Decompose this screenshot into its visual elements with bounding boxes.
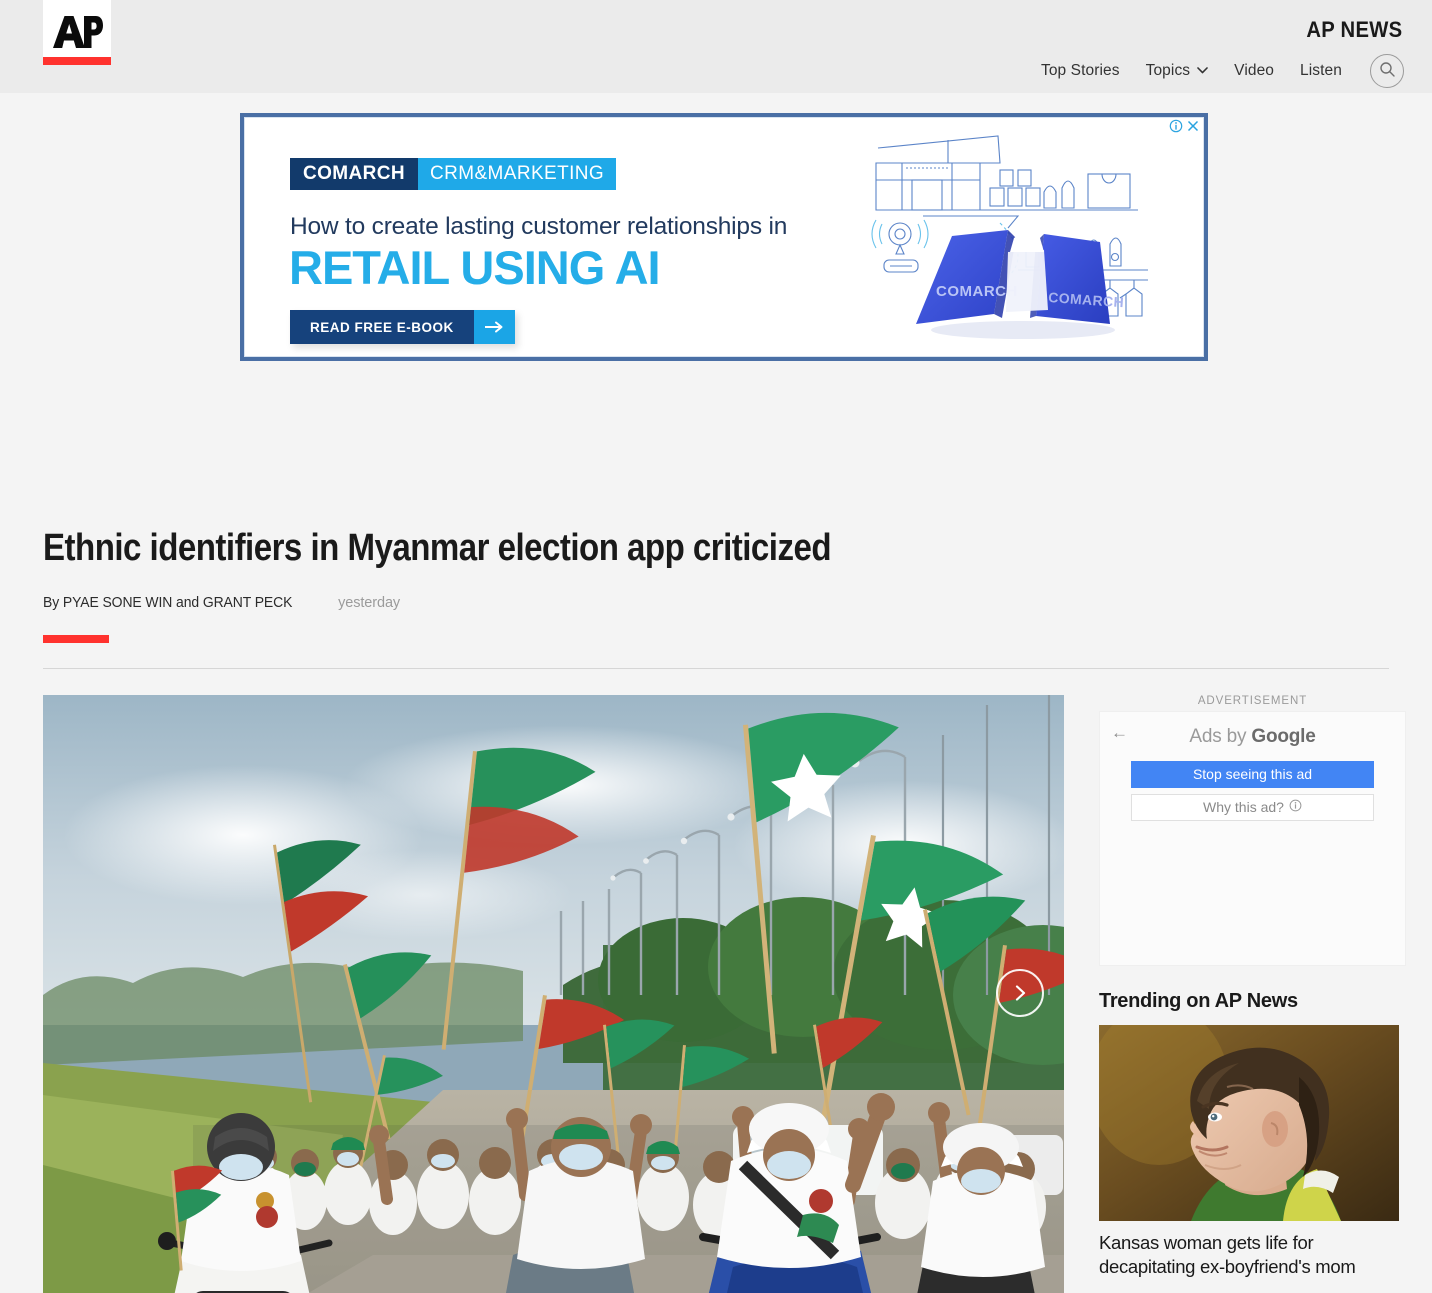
ap-logo-accent-bar	[43, 57, 111, 65]
google-brand: Google	[1251, 725, 1316, 747]
ap-logo-icon	[53, 15, 103, 48]
close-icon[interactable]	[1186, 119, 1200, 133]
why-this-ad-label: Why this ad?	[1203, 799, 1284, 816]
content-grid: ADVERTISEMENT ← Ads by Google Stop seein…	[0, 669, 1432, 1293]
arrow-left-icon[interactable]: ←	[1111, 724, 1128, 741]
search-icon	[1379, 61, 1396, 81]
site-header: AP NEWS Top Stories Topics Video Listen	[0, 0, 1432, 93]
brand-title: AP NEWS	[1305, 17, 1402, 42]
gallery-next-button[interactable]	[996, 968, 1044, 1017]
ad-illustration: COMARCH COMARCH	[848, 118, 1203, 357]
info-icon[interactable]	[1169, 119, 1183, 133]
sidebar: ADVERTISEMENT ← Ads by Google Stop seein…	[1099, 695, 1406, 1293]
ad-headline: RETAIL USING AI	[289, 241, 661, 294]
search-button[interactable]	[1370, 54, 1404, 88]
nav-item-top-stories[interactable]: Top Stories	[1041, 62, 1120, 80]
lead-photo[interactable]	[43, 694, 1064, 1293]
google-ad-box: ← Ads by Google Stop seeing this ad Why …	[1099, 710, 1406, 966]
why-this-ad-button[interactable]: Why this ad?	[1131, 793, 1374, 821]
comarch-product-name: CRM&MARKETING	[418, 158, 617, 190]
nav-label-topics: Topics	[1145, 62, 1191, 79]
article-header: Ethnic identifiers in Myanmar election a…	[0, 527, 1432, 669]
arrow-right-icon	[473, 310, 515, 344]
comarch-ad-banner[interactable]: COMARCH CRM&MARKETING How to create last…	[240, 113, 1208, 361]
nav-label-top-stories: Top Stories	[1040, 62, 1120, 79]
trending-item-photo	[1099, 1024, 1399, 1221]
nav-item-video[interactable]: Video	[1234, 62, 1274, 80]
main-navigation: Top Stories Topics Video Listen	[1041, 54, 1404, 88]
chevron-down-icon	[1197, 65, 1208, 76]
adchoices-controls	[1169, 119, 1200, 133]
ad-tagline: How to create lasting customer relations…	[290, 213, 788, 240]
ads-by-prefix: Ads by	[1189, 725, 1252, 747]
nav-label-video: Video	[1234, 62, 1275, 79]
sidebar-ad-label: ADVERTISEMENT	[1197, 694, 1308, 707]
stop-seeing-ad-button[interactable]: Stop seeing this ad	[1131, 760, 1374, 788]
comarch-logo: COMARCH CRM&MARKETING	[290, 158, 617, 190]
top-advertisement-zone: ADVERTISEMENT C	[0, 93, 1432, 423]
ap-logo[interactable]	[43, 0, 111, 63]
trending-item-headline: Kansas woman gets life for decapitating …	[1099, 1231, 1356, 1277]
main-column	[43, 694, 1064, 1293]
article-timestamp: yesterday	[338, 594, 401, 611]
chevron-right-icon	[1011, 984, 1029, 1002]
ads-by-google-label: Ads by Google	[1100, 712, 1405, 748]
nav-item-listen[interactable]: Listen	[1300, 62, 1342, 80]
page-title: Ethnic identifiers in Myanmar election a…	[43, 527, 832, 569]
ad-cta-label: READ FREE E-BOOK	[290, 310, 474, 344]
article-byline: By PYAE SONE WIN and GRANT PECK	[43, 593, 293, 611]
info-icon	[1289, 799, 1302, 815]
ad-cta-button[interactable]: READ FREE E-BOOK	[290, 310, 515, 344]
svg-text:COMARCH: COMARCH	[936, 283, 1018, 300]
trending-section-title: Trending on AP News	[1099, 989, 1298, 1012]
nav-item-topics[interactable]: Topics	[1146, 62, 1209, 80]
comarch-wordmark: COMARCH	[290, 158, 419, 190]
accent-rule	[43, 634, 109, 643]
byline-row: By PYAE SONE WIN and GRANT PECK yesterda…	[43, 594, 1389, 611]
trending-list-item[interactable]: Kansas woman gets life for decapitating …	[1099, 1024, 1406, 1280]
nav-label-listen: Listen	[1300, 62, 1342, 79]
ad-banner-inner: COMARCH CRM&MARKETING How to create last…	[244, 117, 1204, 357]
